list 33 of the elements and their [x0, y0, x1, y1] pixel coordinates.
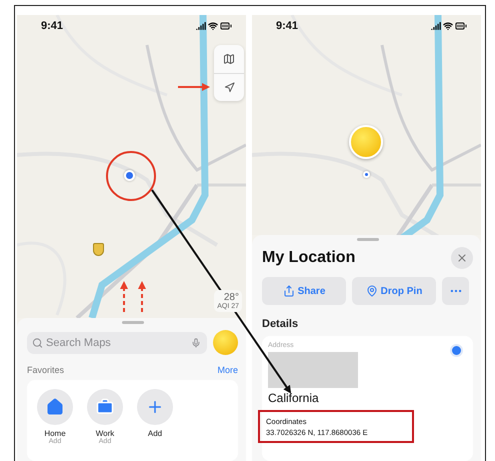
- plus-icon: [146, 398, 164, 416]
- microphone-icon: [191, 338, 201, 348]
- status-time: 9:41: [41, 20, 64, 32]
- wifi-icon: [208, 21, 218, 31]
- pin-icon: [366, 285, 378, 297]
- wifi-icon: [443, 21, 453, 31]
- sheet-handle[interactable]: [356, 238, 378, 241]
- sheet-title: My Location: [262, 249, 356, 267]
- battery-icon: [455, 20, 467, 32]
- location-arrow-icon: [224, 82, 234, 93]
- signal-icon: [431, 21, 441, 31]
- map-icon: [223, 52, 235, 65]
- status-time: 9:41: [276, 20, 298, 32]
- temperature: 28°: [224, 292, 239, 303]
- search-icon: [32, 337, 43, 348]
- sheet-handle[interactable]: [122, 321, 144, 324]
- more-link[interactable]: More: [217, 365, 238, 375]
- close-button[interactable]: [451, 247, 473, 269]
- shield-icon: [93, 243, 104, 256]
- annotation-arrow: [120, 281, 128, 312]
- close-icon: [456, 252, 468, 264]
- section-title: Details: [262, 318, 300, 330]
- section-title: Favorites: [27, 365, 64, 375]
- signal-icon: [196, 21, 206, 31]
- briefcase-icon: [96, 398, 114, 416]
- search-field[interactable]: Search Maps: [27, 332, 207, 354]
- share-icon: [282, 285, 295, 297]
- annotation-arrow: [138, 281, 146, 312]
- highlight-circle: [106, 151, 156, 201]
- address-text: California: [268, 391, 320, 405]
- battery-icon: [220, 20, 232, 32]
- annotation-arrow: [178, 83, 210, 91]
- home-icon: [46, 398, 64, 416]
